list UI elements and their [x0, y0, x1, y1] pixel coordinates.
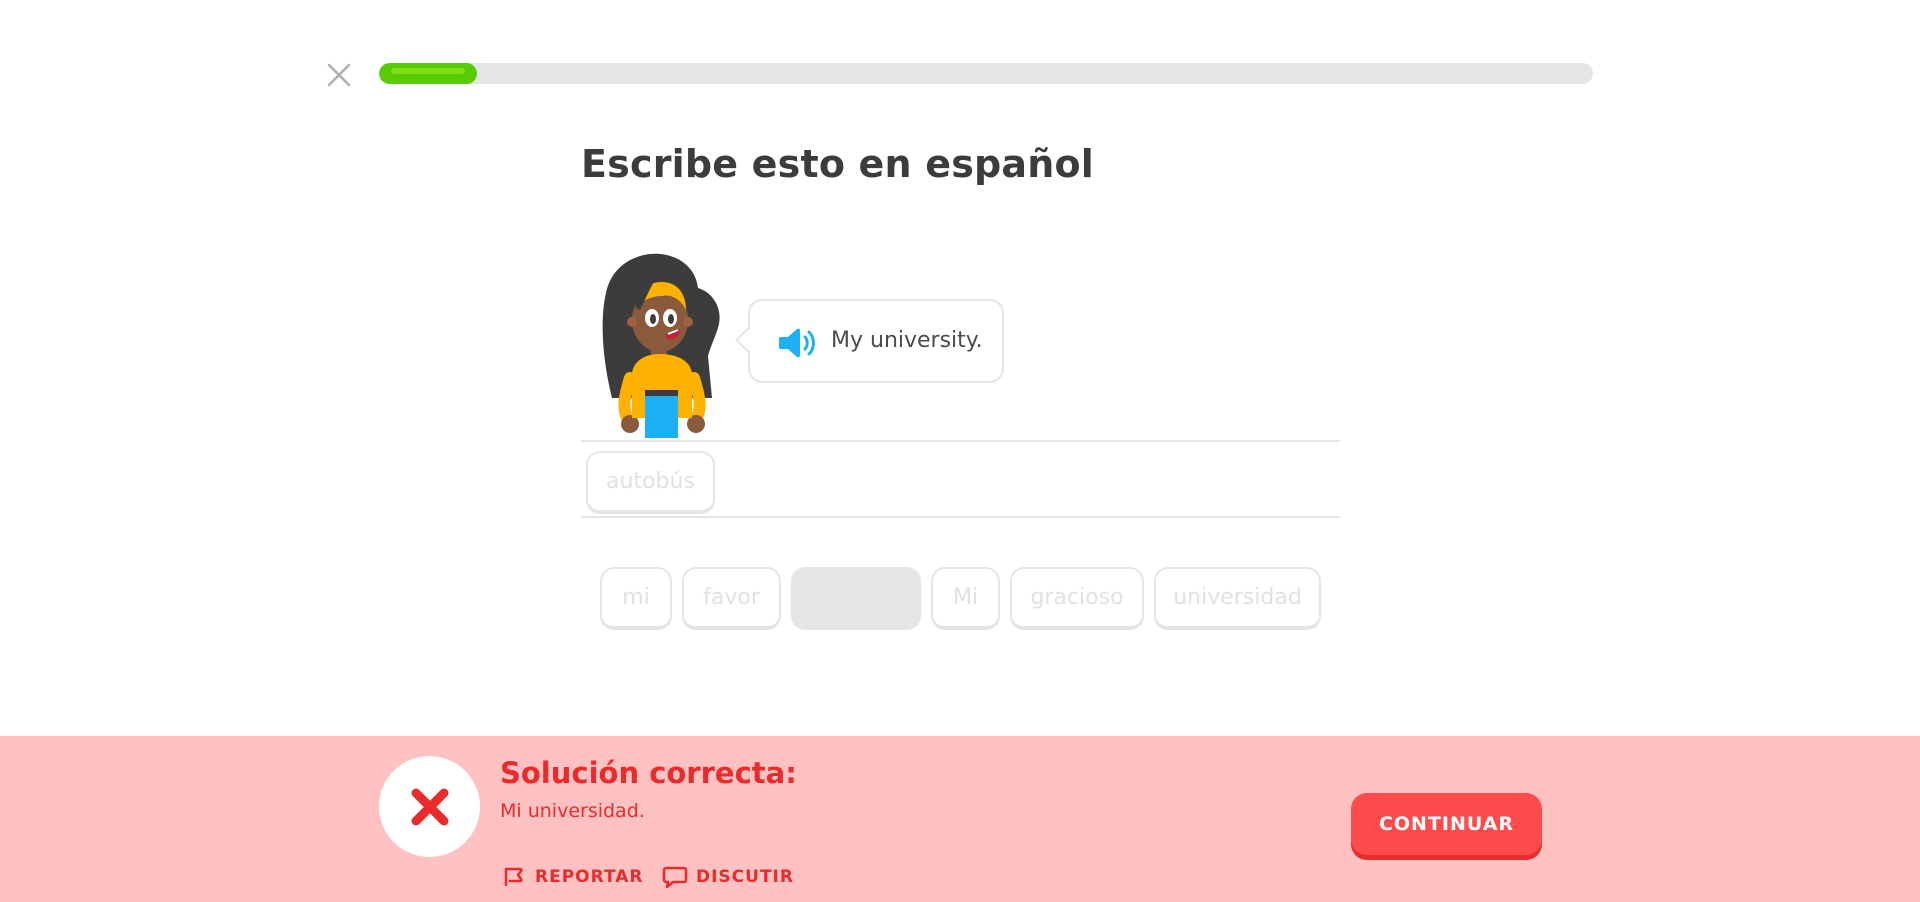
word-bank-token-favor[interactable]: favor [682, 567, 781, 630]
challenge-title: Escribe esto en español [581, 142, 1095, 186]
progress-shine [391, 68, 466, 74]
red-x-icon [411, 788, 448, 825]
word-bank-token-mi[interactable]: mi [600, 567, 672, 630]
report-label: REPORTAR [535, 867, 644, 887]
report-button[interactable]: REPORTAR [503, 864, 643, 890]
character-illustration [600, 248, 730, 443]
prompt-sentence: My university. [831, 328, 983, 353]
word-bank-token-universidad[interactable]: universidad [1154, 567, 1321, 630]
chat-bubble-icon [662, 866, 688, 889]
feedback-footer: Solución correcta: Mi universidad. REPOR… [0, 736, 1920, 902]
correct-solution: Mi universidad. [500, 800, 645, 822]
play-audio-button[interactable] [778, 326, 816, 360]
progress-fill [379, 63, 478, 84]
speech-bubble: My university. [735, 299, 1004, 383]
lesson-header [0, 0, 1920, 100]
continue-button[interactable]: CONTINUAR [1351, 793, 1542, 855]
flag-icon [504, 867, 523, 887]
word-bank-token-Mi[interactable]: Mi [931, 567, 1000, 630]
character-avatar [602, 253, 720, 438]
word-bank-token-slot-empty [791, 567, 921, 630]
progress-bar [379, 63, 1593, 84]
discuss-button[interactable]: DISCUTIR [662, 864, 794, 890]
discuss-label: DISCUTIR [696, 867, 794, 887]
close-icon [327, 63, 351, 87]
close-button[interactable] [325, 61, 353, 89]
speaker-icon [779, 328, 815, 358]
speech-bubble-tail [735, 327, 761, 353]
answer-token[interactable]: autobús [586, 451, 715, 514]
word-bank-token-gracioso[interactable]: gracioso [1010, 567, 1144, 630]
status-badge [379, 756, 480, 857]
feedback-title: Solución correcta: [500, 756, 797, 790]
